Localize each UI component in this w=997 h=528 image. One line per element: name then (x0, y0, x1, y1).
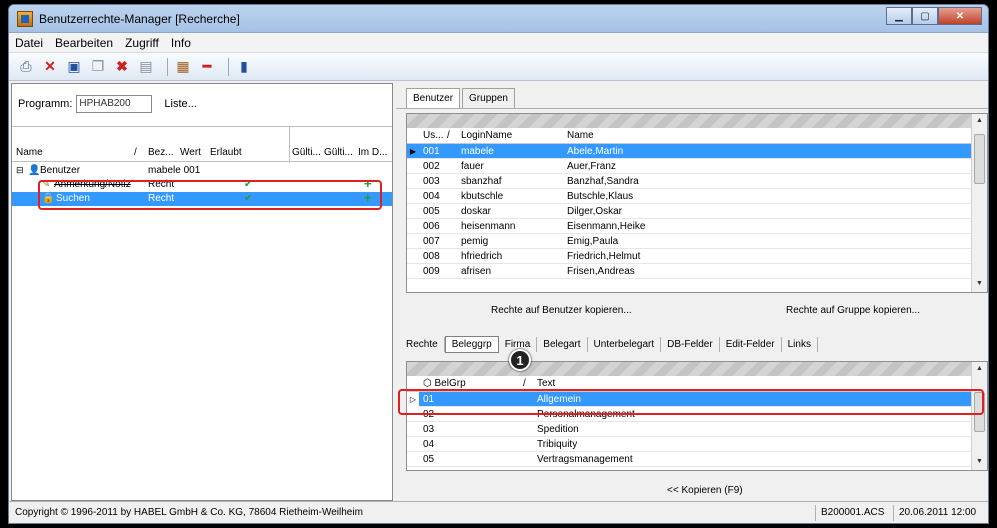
subtab-unterbelegart[interactable]: Unterbelegart (588, 336, 662, 352)
minus-icon[interactable]: ━ (198, 58, 216, 76)
user-row[interactable]: 006 heisenmann Eisenmann,Heike (407, 219, 987, 234)
window-title: Benutzerrechte-Manager [Recherche] (39, 11, 240, 26)
toolbar: ⎙ ✕ ▣ ❐ ✖ ▤ ▦ ━ ▮ (9, 53, 988, 81)
user-row[interactable]: ▶ 001 mabele Abele,Martin (407, 144, 987, 159)
col-text[interactable]: Text (537, 378, 555, 389)
copyright-text: Copyright © 1996-2011 by HABEL GmbH & Co… (15, 507, 363, 518)
status-datetime: 20.06.2011 12:00 (899, 507, 977, 518)
subtab-db-felder[interactable]: DB-Felder (661, 336, 720, 352)
users-icon: 👤 (28, 165, 41, 176)
grid-icon[interactable]: ▦ (174, 58, 192, 76)
title-bar: Benutzerrechte-Manager [Recherche] ▁ ▢ ✕ (9, 5, 988, 33)
user-row[interactable]: 002 fauer Auer,Franz (407, 159, 987, 174)
collapse-icon[interactable]: ⊟ (16, 165, 24, 176)
save-icon[interactable]: ▣ (65, 58, 83, 76)
print-icon[interactable]: ⎙ (17, 58, 35, 76)
status-bar: Copyright © 1996-2011 by HABEL GmbH & Co… (9, 501, 988, 523)
menu-zugriff[interactable]: Zugriff (125, 36, 159, 50)
beleggrp-scrollbar[interactable]: ▲ ▼ (971, 362, 987, 470)
tab-gruppen[interactable]: Gruppen (462, 88, 515, 108)
col-us[interactable]: Us... (423, 130, 444, 141)
list-button[interactable]: Liste... (164, 98, 196, 110)
exit-icon[interactable]: ▮ (235, 58, 253, 76)
col-gueltig-bis[interactable]: Gülti... (324, 147, 353, 158)
col-wert[interactable]: Wert (180, 147, 201, 158)
user-row[interactable]: 003 sbanzhaf Banzhaf,Sandra (407, 174, 987, 189)
sub-tabs: Rechte Beleggrp Firma Belegart Unterbele… (396, 331, 818, 357)
menu-bearbeiten[interactable]: Bearbeiten (55, 36, 113, 50)
right-pane: Benutzer Gruppen Us... / LoginName Name … (396, 83, 988, 501)
copy-user-rights-link[interactable]: Rechte auf Benutzer kopieren... (491, 305, 632, 316)
users-grid: Us... / LoginName Name ▶ 001 mabele Abele,M… (406, 113, 988, 293)
user-row[interactable]: 007 pemig Emig,Paula (407, 234, 987, 249)
main-tabs: Benutzer Gruppen (396, 83, 988, 109)
subtab-edit-felder[interactable]: Edit-Felder (720, 336, 782, 352)
col-erlaubt[interactable]: Erlaubt (210, 147, 242, 158)
col-name[interactable]: Name (567, 130, 594, 141)
beleggrp-row[interactable]: 05 Vertragsmanagement (407, 452, 987, 467)
document-icon[interactable]: ▤ (137, 58, 155, 76)
beleggrp-row[interactable]: 03 Spedition (407, 422, 987, 437)
tab-benutzer[interactable]: Benutzer (406, 88, 461, 108)
subtab-beleggrp[interactable]: Beleggrp (444, 335, 499, 353)
close-button[interactable]: ✕ (938, 7, 982, 25)
left-pane: Programm: HPHAB200 Liste... Name / Bez..… (11, 83, 393, 501)
app-window: Benutzerrechte-Manager [Recherche] ▁ ▢ ✕… (8, 4, 989, 524)
menu-info[interactable]: Info (171, 36, 191, 50)
users-scrollbar[interactable]: ▲ ▼ (971, 114, 987, 292)
menu-datei[interactable]: Datei (15, 36, 43, 50)
col-loginname[interactable]: LoginName (461, 130, 512, 141)
cancel-icon[interactable]: ✖ (113, 58, 131, 76)
maximize-button[interactable]: ▢ (912, 7, 938, 25)
highlight-box-belgrp (398, 389, 984, 415)
tree-header: Name / Bez... Wert Erlaubt Gülti... Gült… (12, 126, 392, 163)
subtab-links[interactable]: Links (782, 336, 818, 352)
col-sort: / (134, 147, 137, 158)
delete-icon[interactable]: ✕ (41, 58, 59, 76)
copy-button[interactable]: << Kopieren (F9) (667, 485, 743, 496)
col-name[interactable]: Name (16, 147, 43, 158)
program-label: Programm: (18, 98, 73, 110)
user-row[interactable]: 005 doskar Dilger,Oskar (407, 204, 987, 219)
col-bez[interactable]: Bez... (148, 147, 174, 158)
beleggrp-grid: ⬡ BelGrp / Text ▷ 01 Allgemein 02 Personalma… (406, 361, 988, 471)
subtab-rechte[interactable]: Rechte (400, 336, 445, 352)
status-file: B200001.ACS (821, 507, 885, 518)
user-row[interactable]: 009 afrisen Frisen,Andreas (407, 264, 987, 279)
row-pointer-icon: ▶ (409, 147, 417, 156)
col-belgrp[interactable]: ⬡ BelGrp (423, 378, 466, 389)
tree-row-benutzer[interactable]: ⊟ 👤 Benutzer mabele 001 (12, 164, 392, 178)
copy-group-rights-link[interactable]: Rechte auf Gruppe kopieren... (786, 305, 920, 316)
app-icon (17, 10, 33, 27)
subtab-belegart[interactable]: Belegart (537, 336, 588, 352)
col-im-d[interactable]: Im D... (358, 147, 387, 158)
step-badge: 1 (509, 349, 531, 371)
minimize-button[interactable]: ▁ (886, 7, 912, 25)
highlight-box (38, 180, 382, 210)
copy-icon[interactable]: ❐ (89, 58, 107, 76)
col-gueltig-von[interactable]: Gülti... (292, 147, 321, 158)
beleggrp-row[interactable]: 04 Tribiquity (407, 437, 987, 452)
user-row[interactable]: 008 hfriedrich Friedrich,Helmut (407, 249, 987, 264)
user-row[interactable]: 004 kbutschle Butschle,Klaus (407, 189, 987, 204)
menu-bar: Datei Bearbeiten Zugriff Info (9, 33, 988, 53)
program-input[interactable]: HPHAB200 (76, 95, 153, 113)
